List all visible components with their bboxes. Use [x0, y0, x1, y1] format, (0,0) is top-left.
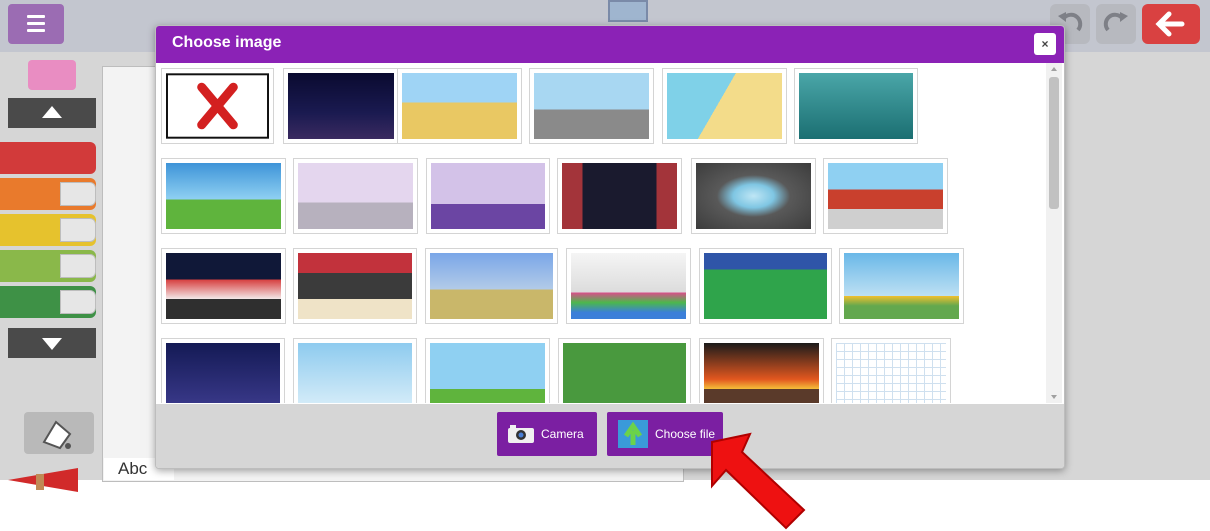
camera-button-label: Camera — [541, 427, 584, 441]
image-grid — [156, 63, 1044, 403]
marker-green[interactable] — [0, 286, 96, 318]
camera-icon — [508, 425, 534, 443]
red-arrow-icon — [711, 432, 806, 530]
menu-icon[interactable] — [8, 4, 64, 44]
thumbnail-disco-floor[interactable] — [566, 248, 691, 324]
marker-red[interactable] — [0, 142, 96, 174]
thumbnail-beach[interactable] — [662, 68, 787, 144]
arrow-left-icon — [1155, 11, 1185, 37]
redo-icon — [1103, 12, 1128, 32]
paint-bucket-icon — [42, 420, 72, 450]
thumbnail-grass[interactable] — [558, 338, 691, 403]
thumbnail-burning-town[interactable] — [699, 338, 824, 403]
eraser-icon[interactable] — [28, 60, 76, 90]
thumbnail-castle[interactable] — [161, 158, 286, 234]
marker-orange[interactable] — [0, 178, 96, 210]
color-palette — [0, 52, 100, 492]
thumbnail-forbidden-city[interactable] — [823, 158, 948, 234]
image-slot-icon[interactable] — [608, 0, 648, 22]
palette-scroll-up[interactable] — [8, 98, 96, 128]
thumbnail-underwater[interactable] — [794, 68, 918, 144]
thumbnail-castle-2[interactable] — [425, 338, 550, 403]
thumbnail-cave[interactable] — [691, 158, 816, 234]
arrow-down-icon — [42, 338, 62, 350]
thumbnail-palace-staircase[interactable] — [293, 158, 418, 234]
marker-light-green[interactable] — [0, 250, 96, 282]
dialog-header: Choose image × — [156, 26, 1064, 63]
camera-button[interactable]: Camera — [497, 412, 597, 456]
thumbnail-green-field[interactable] — [699, 248, 832, 324]
choose-image-dialog: Choose image × Camera Choose file — [155, 25, 1065, 469]
close-icon[interactable]: × — [1034, 33, 1056, 55]
thumbnail-pyramids[interactable] — [397, 68, 522, 144]
paint-bucket-button[interactable] — [24, 412, 94, 454]
thumbnail-blue-sky[interactable] — [293, 338, 417, 403]
palette-scroll-down[interactable] — [8, 328, 96, 358]
back-button[interactable] — [1142, 4, 1200, 44]
thumbnail-circus-tent[interactable] — [161, 248, 286, 324]
scrollbar-thumb[interactable] — [1049, 77, 1059, 209]
thumbnail-grid-paper[interactable] — [831, 338, 951, 403]
dialog-footer: Camera Choose file — [156, 404, 1064, 468]
grid-scrollbar[interactable] — [1046, 63, 1062, 403]
redo-button[interactable] — [1096, 4, 1136, 44]
upload-icon — [618, 420, 648, 448]
thumbnail-bedroom[interactable] — [426, 158, 550, 234]
thumbnail-night-city[interactable] — [283, 68, 399, 144]
thumbnail-flower-meadow[interactable] — [839, 248, 964, 324]
thumbnail-london-big-ben[interactable] — [529, 68, 654, 144]
arrow-up-icon — [42, 106, 62, 118]
pencil-icon[interactable] — [8, 466, 94, 494]
thumbnail-stage-curtains[interactable] — [557, 158, 682, 234]
thumbnail-fireworks[interactable] — [161, 338, 285, 403]
thumbnail-no-image[interactable] — [161, 68, 274, 144]
thumbnail-desert-plain[interactable] — [425, 248, 558, 324]
marker-yellow[interactable] — [0, 214, 96, 246]
red-x-icon — [166, 73, 269, 139]
dialog-title: Choose image — [172, 34, 282, 51]
thumbnail-circus-ring[interactable] — [293, 248, 417, 324]
